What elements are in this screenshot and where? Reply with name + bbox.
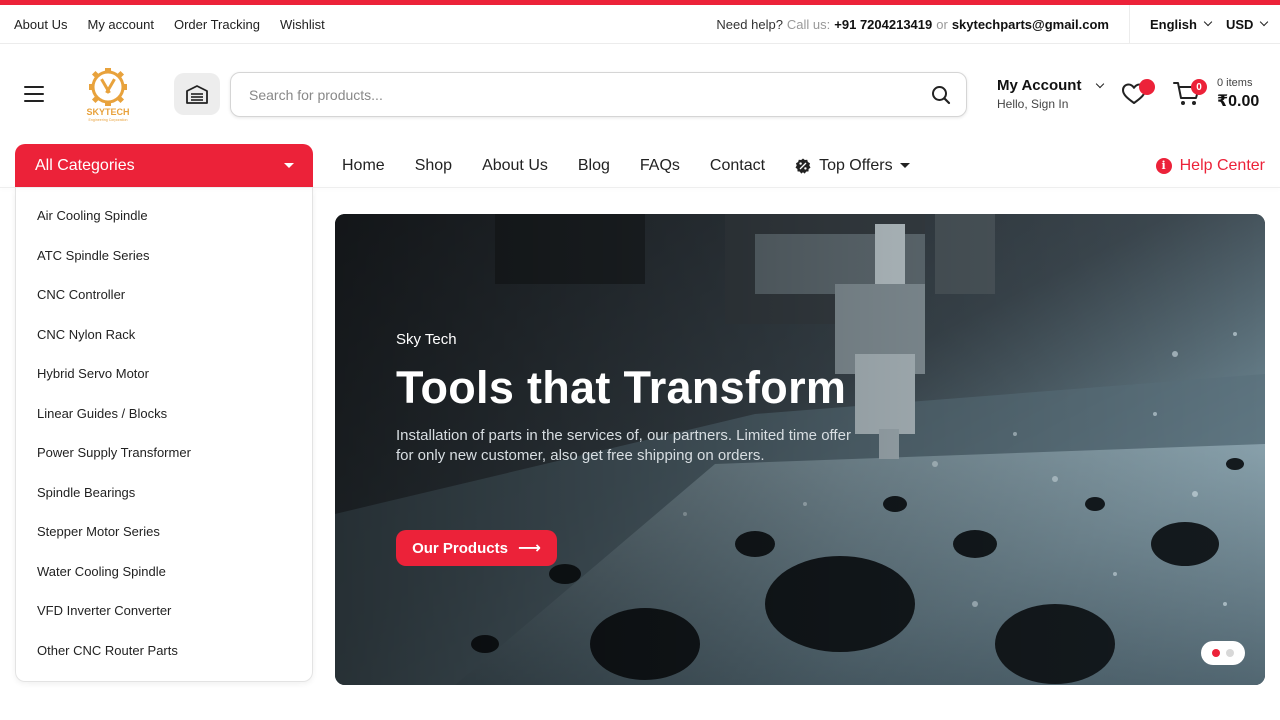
our-products-label: Our Products — [412, 539, 508, 557]
wishlist-badge — [1139, 79, 1155, 95]
currency-selector[interactable]: USD — [1226, 5, 1269, 43]
top-link-wishlist[interactable]: Wishlist — [280, 17, 325, 32]
slider-pagination — [1201, 641, 1245, 665]
our-products-button[interactable]: Our Products ⟶ — [396, 530, 557, 566]
caret-down-icon — [284, 163, 294, 168]
help-prefix: Need help? — [716, 16, 783, 32]
top-bar: About Us My account Order Tracking Wishl… — [0, 5, 1280, 44]
category-item[interactable]: Spindle Bearings — [16, 473, 312, 513]
category-item[interactable]: Other CNC Router Parts — [16, 631, 312, 671]
nav-home[interactable]: Home — [342, 157, 385, 175]
category-item[interactable]: CNC Nylon Rack — [16, 315, 312, 355]
nav-about-us[interactable]: About Us — [482, 157, 548, 175]
category-item[interactable]: Stepper Motor Series — [16, 512, 312, 552]
account-menu[interactable]: My Account Hello, Sign In — [997, 77, 1105, 111]
category-item[interactable]: Water Cooling Spindle — [16, 552, 312, 592]
arrow-right-icon: ⟶ — [517, 540, 541, 557]
slider-dot[interactable] — [1226, 649, 1234, 657]
help-center-link[interactable]: i Help Center — [1155, 144, 1265, 187]
hero-title: Tools that Transform — [396, 362, 847, 413]
menu-icon[interactable] — [24, 86, 44, 102]
help-center-label: Help Center — [1179, 156, 1265, 174]
cart-total: ₹0.00 — [1217, 93, 1260, 110]
top-divider — [1129, 5, 1130, 43]
call-us-label: Call us: — [786, 16, 831, 32]
caret-down-icon — [899, 163, 910, 168]
chevron-down-icon — [1203, 17, 1213, 27]
category-item[interactable]: Power Supply Transformer — [16, 433, 312, 473]
info-icon: i — [1155, 157, 1172, 174]
top-link-order-tracking[interactable]: Order Tracking — [174, 17, 260, 32]
language-label: English — [1150, 16, 1197, 32]
nav-faqs[interactable]: FAQs — [640, 157, 680, 175]
category-list: Air Cooling Spindle ATC Spindle Series C… — [15, 187, 313, 682]
category-item[interactable]: Linear Guides / Blocks — [16, 394, 312, 434]
svg-text:SKYTECH: SKYTECH — [86, 107, 129, 117]
slider-dot-active[interactable] — [1212, 649, 1220, 657]
svg-text:Engineering Corporation: Engineering Corporation — [89, 118, 128, 122]
hero-text: Sky Tech Tools that Transform Installati… — [396, 331, 866, 466]
all-categories-label: All Categories — [35, 156, 135, 174]
all-categories-button[interactable]: All Categories — [15, 144, 313, 187]
account-subtitle: Hello, Sign In — [997, 97, 1069, 111]
nav-contact[interactable]: Contact — [710, 157, 765, 175]
hero-description: Installation of parts in the services of… — [396, 427, 851, 464]
nav-shop[interactable]: Shop — [415, 157, 452, 175]
category-item[interactable]: VFD Inverter Converter — [16, 591, 312, 631]
top-link-about-us[interactable]: About Us — [14, 17, 67, 32]
language-selector[interactable]: English — [1150, 5, 1213, 43]
category-item[interactable]: CNC Controller — [16, 275, 312, 315]
cart-count-badge: 0 — [1191, 79, 1207, 95]
or-label: or — [936, 16, 948, 32]
cart-summary[interactable]: 0 items ₹0.00 — [1217, 77, 1259, 111]
cart-items: 0 items — [1217, 77, 1253, 89]
search-icon — [932, 85, 951, 104]
search-button[interactable] — [916, 73, 966, 116]
top-link-my-account[interactable]: My account — [87, 17, 153, 32]
nav-blog[interactable]: Blog — [578, 157, 610, 175]
chevron-down-icon — [1096, 79, 1105, 88]
hero-subtitle: Sky Tech — [396, 331, 457, 348]
email-address[interactable]: skytechparts@gmail.com — [952, 17, 1109, 32]
help-contact: Need help? Call us: +91 7204213419 or sk… — [716, 5, 1109, 43]
top-offers-label: Top Offers — [819, 156, 893, 174]
search-input[interactable] — [231, 73, 916, 116]
search-box — [230, 72, 967, 117]
phone-number[interactable]: +91 7204213419 — [834, 17, 932, 32]
chevron-down-icon — [1260, 17, 1269, 27]
hero-slider: Sky Tech Tools that Transform Installati… — [335, 214, 1265, 685]
category-item[interactable]: Hybrid Servo Motor — [16, 354, 312, 394]
badge-percent-icon — [795, 158, 811, 174]
category-item[interactable]: Air Cooling Spindle — [16, 196, 312, 236]
nav-top-offers[interactable]: Top Offers — [795, 157, 910, 175]
site-logo[interactable]: SKYTECH Engineering Corporation — [80, 64, 136, 124]
garage-icon — [186, 85, 208, 104]
garage-button[interactable] — [174, 73, 220, 115]
category-item[interactable]: ATC Spindle Series — [16, 236, 312, 276]
top-links: About Us My account Order Tracking Wishl… — [0, 17, 345, 32]
account-title: My Account — [997, 77, 1082, 94]
main-nav: Home Shop About Us Blog FAQs Contact Top… — [342, 144, 940, 187]
currency-label: USD — [1226, 16, 1254, 32]
